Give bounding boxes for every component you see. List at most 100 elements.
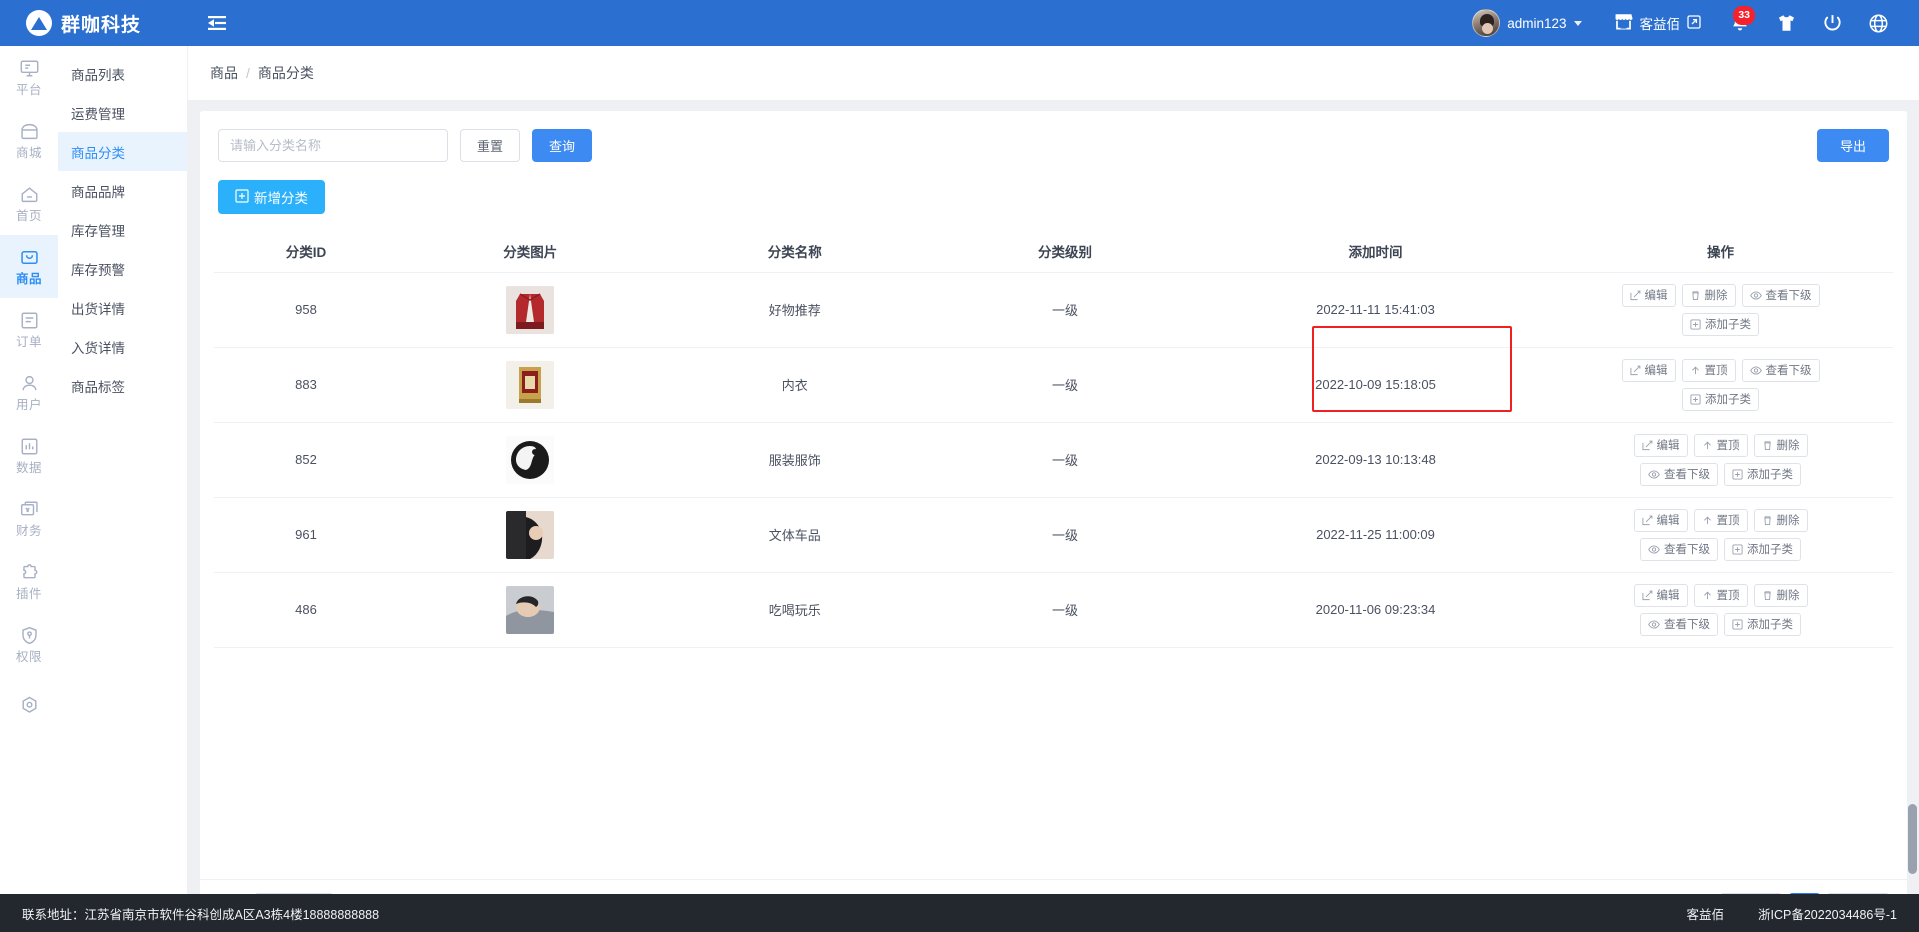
edit-button[interactable]: 编辑 — [1621, 283, 1676, 307]
reset-button[interactable]: 重置 — [460, 129, 521, 162]
shop-link[interactable]: 客益佰 — [1598, 0, 1718, 46]
add-bar: 新增分类 — [200, 162, 1907, 214]
add-subcategory-label: 添加子类 — [1705, 394, 1751, 406]
table-header-row: 分类ID 分类图片 分类名称 分类级别 添加时间 操作 — [214, 230, 1893, 273]
add-subcategory-button[interactable]: 添加子类 — [1724, 462, 1801, 486]
add-category-button[interactable]: 新增分类 — [218, 180, 325, 214]
cell-image — [398, 422, 663, 498]
sidebar-item-goods-category[interactable]: 商品分类 — [58, 132, 187, 171]
cell-level: 一级 — [927, 347, 1203, 423]
view-children-button[interactable]: 查看下级 — [1640, 612, 1718, 636]
rail-item-permissions[interactable]: 权限 — [0, 613, 58, 676]
delete-button[interactable]: 删除 — [1681, 283, 1736, 307]
row-actions: 编辑 置顶 查看下级 添加子类 — [1606, 358, 1836, 411]
rail-item-mall[interactable]: 商城 — [0, 109, 58, 172]
rail-item-settings[interactable] — [0, 676, 58, 739]
rail-item-finance[interactable]: 财务 — [0, 487, 58, 550]
view-children-label: 查看下级 — [1664, 544, 1710, 556]
rail-label: 用户 — [15, 398, 42, 413]
rail-item-home[interactable]: 首页 — [0, 172, 58, 235]
sidebar-item-shipment-detail[interactable]: 出货详情 — [58, 288, 187, 327]
delete-button[interactable]: 删除 — [1753, 583, 1808, 607]
pin-top-button[interactable]: 置顶 — [1693, 508, 1748, 532]
tshirt-button[interactable] — [1763, 0, 1809, 46]
add-subcategory-label: 添加子类 — [1747, 619, 1793, 631]
edit-button[interactable]: 编辑 — [1633, 508, 1688, 532]
add-subcategory-button[interactable]: 添加子类 — [1682, 312, 1759, 336]
sidebar-item-goods-list[interactable]: 商品列表 — [58, 54, 187, 93]
scrollbar-thumb[interactable] — [1908, 804, 1917, 874]
page-footer: 联系地址：江苏省南京市软件谷科创成A区A3栋4楼18888888888 客益佰 … — [0, 894, 1919, 932]
table-row[interactable]: 883 内衣 一级 2022-10-09 15:18:05 编辑 置顶 查看下级… — [214, 347, 1893, 423]
add-subcategory-button[interactable]: 添加子类 — [1682, 387, 1759, 411]
rail-label: 商品 — [15, 272, 42, 287]
add-subcategory-button[interactable]: 添加子类 — [1724, 537, 1801, 561]
arrow-up-icon — [1702, 590, 1713, 601]
plus-square-icon — [235, 188, 249, 206]
pin-top-button[interactable]: 置顶 — [1693, 583, 1748, 607]
edit-button[interactable]: 编辑 — [1621, 358, 1676, 382]
row-actions: 编辑 删除 查看下级 添加子类 — [1606, 283, 1836, 336]
cell-time: 2022-11-25 11:00:09 — [1203, 497, 1548, 573]
pin-top-button[interactable]: 置顶 — [1681, 358, 1736, 382]
add-subcategory-button[interactable]: 添加子类 — [1724, 612, 1801, 636]
rail-label: 财务 — [15, 524, 42, 539]
sidebar-item-inbound-detail[interactable]: 入货详情 — [58, 327, 187, 366]
search-input[interactable] — [218, 129, 448, 162]
trash-icon — [1762, 515, 1773, 526]
row-actions: 编辑 置顶 删除 查看下级 添加子类 — [1606, 583, 1836, 636]
pin-top-label: 置顶 — [1716, 440, 1740, 452]
rail-item-plugins[interactable]: 插件 — [0, 550, 58, 613]
view-children-label: 查看下级 — [1765, 290, 1812, 302]
delete-label: 删除 — [1776, 590, 1800, 602]
brand-logo-area[interactable]: 群咖科技 — [0, 0, 190, 46]
notifications-button[interactable]: 33 — [1717, 0, 1763, 46]
col-header-level: 分类级别 — [927, 230, 1203, 273]
plus-square-icon — [1690, 318, 1701, 330]
rail-label: 权限 — [15, 650, 42, 665]
globe-icon[interactable] — [1855, 0, 1901, 46]
edit-button[interactable]: 编辑 — [1633, 433, 1688, 457]
eye-icon — [1749, 290, 1762, 301]
rail-item-goods[interactable]: 商品 — [0, 235, 58, 298]
table-row[interactable]: 486 吃喝玩乐 一级 2020-11-06 09:23:34 编辑 置顶 删除… — [214, 572, 1893, 648]
rail-item-users[interactable]: 用户 — [0, 361, 58, 424]
breadcrumb-root[interactable]: 商品 — [210, 63, 238, 83]
rail-item-platform[interactable]: 平台 — [0, 46, 58, 109]
table-row[interactable]: 852 服装服饰 一级 2022-09-13 10:13:48 编辑 置顶 删除… — [214, 422, 1893, 498]
edit-square-icon — [1641, 590, 1653, 601]
rail-item-data[interactable]: 数据 — [0, 424, 58, 487]
row-actions: 编辑 置顶 删除 查看下级 添加子类 — [1606, 508, 1836, 561]
rail-item-orders[interactable]: 订单 — [0, 298, 58, 361]
cell-level: 一级 — [927, 497, 1203, 573]
sidebar-item-stock-alert[interactable]: 库存预警 — [58, 249, 187, 288]
table-row[interactable]: 958 好物推荐 一级 2022-11-11 15:41:03 编辑 删除 查看… — [214, 272, 1893, 348]
cell-id: 852 — [214, 422, 398, 498]
add-category-label: 新增分类 — [254, 191, 308, 206]
sidebar-item-shipping-fee[interactable]: 运费管理 — [58, 93, 187, 132]
sidebar-item-goods-brand[interactable]: 商品品牌 — [58, 171, 187, 210]
export-button[interactable]: 导出 — [1816, 129, 1889, 162]
view-children-button[interactable]: 查看下级 — [1640, 462, 1718, 486]
cell-image — [398, 572, 663, 648]
table-row[interactable]: 961 文体车品 一级 2022-11-25 11:00:09 编辑 置顶 删除… — [214, 497, 1893, 573]
view-children-button[interactable]: 查看下级 — [1741, 358, 1820, 382]
delete-button[interactable]: 删除 — [1753, 433, 1808, 457]
pin-top-button[interactable]: 置顶 — [1693, 433, 1748, 457]
hamburger-collapse-icon[interactable] — [204, 10, 230, 36]
pin-top-label: 置顶 — [1704, 365, 1728, 377]
icon-rail: 平台 商城 首页 商品 订单 用户 数据 财务 插件 权限 — [0, 46, 58, 932]
sidebar-item-stock-manage[interactable]: 库存管理 — [58, 210, 187, 249]
external-link-icon[interactable] — [1687, 14, 1701, 32]
power-button[interactable] — [1809, 0, 1855, 46]
main-content: 商品 / 商品分类 重置 查询 导出 新增分类 — [188, 46, 1919, 894]
view-children-button[interactable]: 查看下级 — [1640, 537, 1718, 561]
delete-button[interactable]: 删除 — [1753, 508, 1808, 532]
query-button[interactable]: 查询 — [532, 129, 593, 162]
edit-button[interactable]: 编辑 — [1633, 583, 1688, 607]
view-children-button[interactable]: 查看下级 — [1741, 283, 1820, 307]
rail-label: 插件 — [15, 587, 42, 602]
sidebar-item-goods-tag[interactable]: 商品标签 — [58, 366, 187, 405]
page-scrollbar[interactable] — [1908, 46, 1917, 894]
user-menu[interactable]: admin123 — [1456, 0, 1597, 46]
